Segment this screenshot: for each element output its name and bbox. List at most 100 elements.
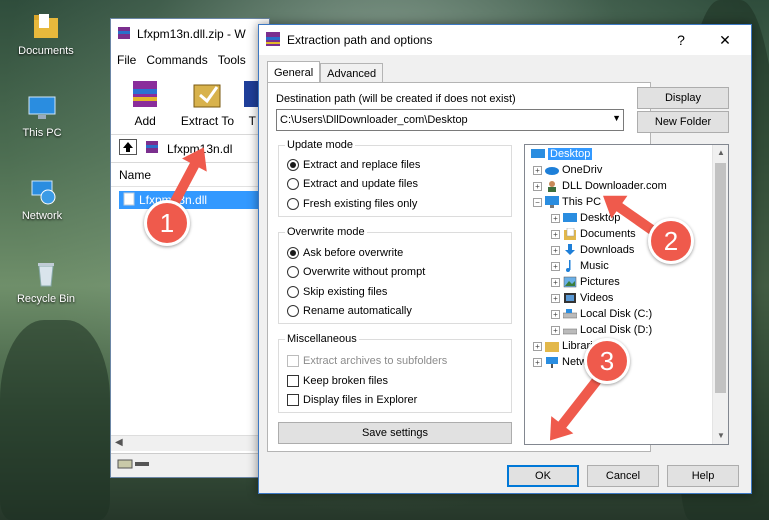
tree-item-local-disk-d[interactable]: + Local Disk (D:) — [551, 322, 652, 338]
desktop-icon-documents[interactable]: Documents — [6, 10, 86, 57]
scroll-up-icon[interactable]: ▲ — [713, 145, 729, 161]
expand-icon[interactable]: + — [551, 293, 560, 303]
expand-icon[interactable]: + — [551, 229, 560, 239]
radio-button[interactable] — [287, 159, 299, 171]
tree-item-label: Music — [580, 260, 609, 272]
expand-icon[interactable]: + — [551, 245, 560, 255]
tree-item-videos[interactable]: + Videos — [551, 290, 613, 306]
expand-icon[interactable]: + — [551, 213, 560, 223]
option-label: Ask before overwrite — [303, 247, 404, 259]
new-folder-button[interactable]: New Folder — [637, 111, 729, 133]
expand-icon[interactable]: + — [551, 325, 560, 335]
folder-tree[interactable]: Desktop + OneDriv + DLL Downloader.com −… — [524, 144, 729, 445]
add-button[interactable]: Add — [117, 77, 173, 134]
ok-button[interactable]: OK — [507, 465, 579, 487]
option-keep-broken[interactable]: Keep broken files — [287, 375, 388, 387]
option-label: Skip existing files — [303, 286, 388, 298]
destination-path-value: C:\Users\DllDownloader_com\Desktop — [280, 114, 468, 126]
radio-button[interactable] — [287, 305, 299, 317]
radio-button[interactable] — [287, 198, 299, 210]
tree-item-this-pc[interactable]: − This PC — [533, 194, 601, 210]
option-label: Extract archives to subfolders — [303, 355, 448, 367]
menu-tools[interactable]: Tools — [218, 53, 246, 67]
tree-item-label: Videos — [580, 292, 614, 304]
option-fresh-existing[interactable]: Fresh existing files only — [287, 198, 417, 210]
checkbox[interactable] — [287, 394, 299, 406]
option-extract-replace[interactable]: Extract and replace files — [287, 159, 420, 171]
destination-path-input[interactable]: C:\Users\DllDownloader_com\Desktop ▼ — [276, 109, 624, 131]
tree-item-pictures[interactable]: + Pictures — [551, 274, 620, 290]
file-list-item[interactable]: Lfxpm13n.dll — [119, 191, 259, 209]
option-label: Extract and update files — [303, 178, 418, 190]
winrar-app-icon — [265, 31, 281, 50]
expand-icon[interactable]: + — [533, 341, 542, 351]
option-label: Rename automatically — [303, 305, 412, 317]
desktop-icon-network[interactable]: Network — [2, 175, 82, 222]
radio-button[interactable] — [287, 178, 299, 190]
tree-item-network[interactable]: + Netw — [533, 354, 587, 370]
scroll-down-icon[interactable]: ▼ — [713, 428, 729, 444]
annotation-step-2: 2 — [648, 218, 694, 264]
help-icon[interactable]: ? — [661, 25, 701, 55]
cloud-icon — [545, 167, 559, 175]
menu-commands[interactable]: Commands — [146, 53, 207, 67]
option-overwrite-without-prompt[interactable]: Overwrite without prompt — [287, 266, 425, 278]
option-ask-before[interactable]: Ask before overwrite — [287, 247, 403, 259]
drive-key-icon — [117, 458, 151, 473]
save-settings-button[interactable]: Save settings — [278, 422, 512, 444]
option-display-explorer[interactable]: Display files in Explorer — [287, 394, 417, 406]
checkbox[interactable] — [287, 375, 299, 387]
dialog-tabs: General Advanced — [267, 61, 384, 83]
option-extract-update[interactable]: Extract and update files — [287, 178, 418, 190]
option-label: Overwrite without prompt — [303, 266, 426, 278]
help-button[interactable]: Help — [667, 465, 739, 487]
tree-item-libraries[interactable]: + Librari — [533, 338, 593, 354]
expand-icon[interactable]: + — [533, 181, 542, 191]
scrollbar-thumb[interactable] — [715, 163, 726, 393]
expand-icon[interactable]: + — [551, 309, 560, 319]
tree-item-downloads[interactable]: + Downloads — [551, 242, 634, 258]
radio-button[interactable] — [287, 286, 299, 298]
up-folder-icon[interactable] — [119, 139, 137, 158]
tree-item-documents[interactable]: + Documents — [551, 226, 636, 242]
winrar-toolbar: Add Extract To T — [111, 71, 269, 135]
computer-icon — [26, 92, 58, 124]
computer-icon — [545, 196, 559, 208]
radio-button[interactable] — [287, 266, 299, 278]
radio-button[interactable] — [287, 247, 299, 259]
tree-item-desktop[interactable]: Desktop — [531, 146, 593, 162]
desktop-icon-label: Documents — [18, 45, 74, 57]
chevron-down-icon[interactable]: ▼ — [612, 113, 621, 123]
tree-item-dll-downloader[interactable]: + DLL Downloader.com — [533, 178, 667, 194]
collapse-icon[interactable]: − — [533, 197, 542, 207]
tree-item-music[interactable]: + Music — [551, 258, 609, 274]
menu-file[interactable]: File — [117, 53, 136, 67]
option-skip-existing[interactable]: Skip existing files — [287, 286, 387, 298]
desktop-icon-this-pc[interactable]: This PC — [2, 92, 82, 139]
option-rename-automatically[interactable]: Rename automatically — [287, 305, 412, 317]
scroll-left-icon[interactable]: ◀ — [115, 437, 123, 448]
drive-icon — [563, 309, 577, 319]
expand-icon[interactable]: + — [551, 277, 560, 287]
expand-icon[interactable]: + — [551, 261, 560, 271]
tab-advanced[interactable]: Advanced — [320, 63, 384, 83]
cancel-button[interactable]: Cancel — [587, 465, 659, 487]
expand-icon[interactable]: + — [533, 357, 542, 367]
expand-icon[interactable]: + — [533, 165, 542, 175]
tree-item-local-disk-c[interactable]: + Local Disk (C:) — [551, 306, 652, 322]
destination-path-label: Destination path (will be created if doe… — [276, 93, 516, 105]
libraries-icon — [545, 342, 559, 352]
display-button[interactable]: Display — [637, 87, 729, 109]
tree-vertical-scrollbar[interactable]: ▲ ▼ — [712, 145, 728, 444]
tab-general[interactable]: General — [267, 61, 321, 83]
horizontal-scrollbar[interactable]: ◀ — [111, 435, 269, 451]
close-icon[interactable]: ✕ — [705, 25, 745, 55]
tree-item-onedrive[interactable]: + OneDriv — [533, 162, 602, 178]
extract-to-button[interactable]: Extract To — [179, 77, 235, 134]
music-icon — [566, 260, 571, 272]
desktop-icon-recycle-bin[interactable]: Recycle Bin — [6, 258, 86, 305]
extract-to-button-label: Extract To — [180, 114, 235, 128]
dialog-titlebar[interactable]: Extraction path and options ? ✕ — [259, 25, 751, 55]
archive-icon — [145, 140, 159, 157]
winrar-titlebar[interactable]: Lfxpm13n.dll.zip - W — [111, 19, 269, 49]
